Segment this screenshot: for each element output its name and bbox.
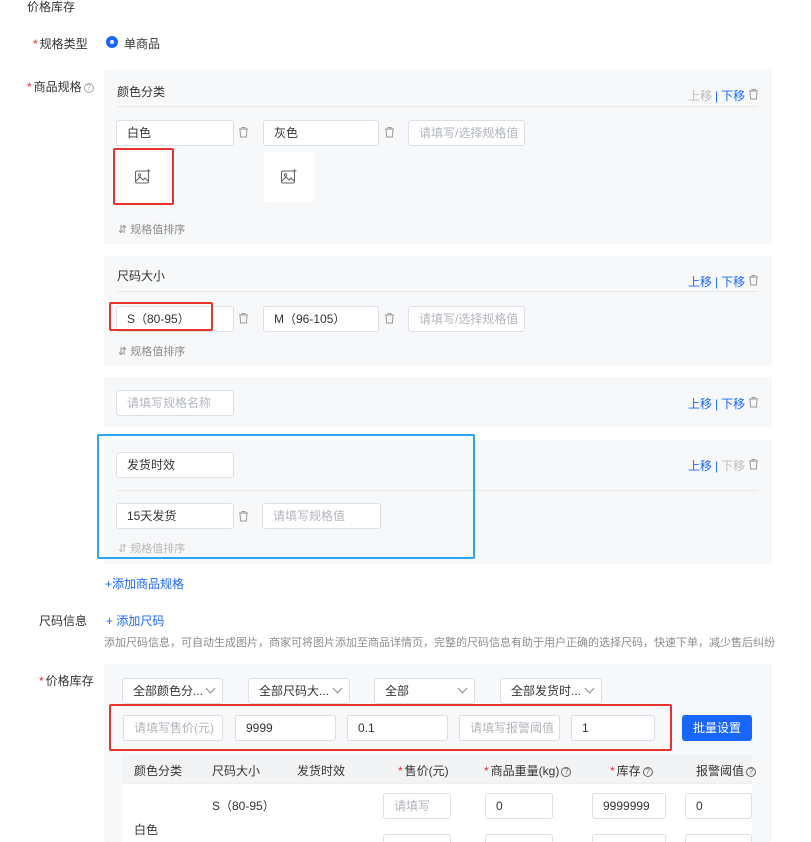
highlight-box [109,302,213,331]
delete-value-icon[interactable] [238,312,249,324]
delete-group-icon[interactable] [748,274,759,286]
spec-group-actions: 上移 | 下移 [688,89,746,103]
th-alert: 报警阈值? [696,762,757,779]
spec-value-input[interactable]: 灰色 [263,120,379,146]
move-up-button[interactable]: 上移 [688,397,712,411]
chevron-down-icon [584,683,595,694]
spec-value-input[interactable]: M（96-105） [263,306,379,332]
size-info-label: 尺码信息 [39,614,88,628]
cell-price-input[interactable]: 请填写 [383,793,451,819]
spec-group-color [104,70,772,244]
sort-values-button[interactable]: ⇵ 规格值排序 [118,221,185,237]
filter-all-select[interactable]: 全部 [374,678,475,704]
radio-single-product-label: 单商品 [124,37,161,51]
move-down-button[interactable]: 下移 [721,459,745,473]
add-size-button[interactable]: + 添加尺码 [106,612,164,629]
spec-value-input[interactable]: 白色 [116,120,234,146]
th-color: 颜色分类 [134,764,183,778]
help-icon[interactable]: ? [561,766,572,777]
batch-set-button[interactable]: 批量设置 [682,715,752,741]
divider [122,783,752,784]
delete-value-icon[interactable] [384,126,395,138]
price-stock-label: * 价格库存 [39,674,94,688]
delete-group-icon[interactable] [748,88,759,100]
move-up-button[interactable]: 上移 [688,89,712,103]
delete-group-icon[interactable] [748,458,759,470]
highlight-box [113,148,174,205]
delete-value-icon[interactable] [238,126,249,138]
sort-icon: ⇵ [118,346,131,358]
filter-size-select[interactable]: 全部尺码大... [248,678,350,704]
filter-delivery-select[interactable]: 全部发货时... [500,678,602,704]
highlight-box-blue [97,434,475,559]
section-title: 价格库存 [27,0,76,14]
th-delivery: 发货时效 [297,764,346,778]
spec-group-actions: 上移 | 下移 [688,397,746,411]
image-add-icon [280,169,297,184]
size-info-description: 添加尺码信息，可自动生成图片，商家可将图片添加至商品详情页，完整的尺码信息有助于… [104,637,775,649]
cell-color: 白色 [134,823,159,837]
help-icon[interactable]: ? [83,82,94,93]
spec-type-label: * 规格类型 [33,37,88,51]
divider [117,291,758,292]
th-price: * 售价(元) [398,764,449,778]
move-down-button[interactable]: 下移 [721,89,745,103]
chevron-down-icon [205,683,216,694]
cell-alert-input[interactable] [685,834,752,842]
spec-name-input[interactable]: 请填写规格名称 [116,390,234,416]
chevron-down-icon [332,683,343,694]
spec-value-placeholder-input[interactable]: 请填写/选择规格值 [408,306,525,332]
spec-group-actions: 上移 | 下移 [688,275,746,289]
spec-value-placeholder-input[interactable]: 请填写/选择规格值 [408,120,525,146]
spec-group-title: 尺码大小 [117,269,166,283]
cell-weight-input[interactable] [485,834,553,842]
sort-icon: ⇵ [118,224,131,236]
move-down-button[interactable]: 下移 [721,397,745,411]
highlight-box [109,704,672,751]
cell-stock-input[interactable]: 9999999 [592,793,666,819]
cell-size: S（80-95） [212,799,275,813]
delete-value-icon[interactable] [384,312,395,324]
th-weight: * 商品重量(kg)? [484,762,572,779]
help-icon[interactable]: ? [746,766,757,777]
product-spec-label: * 商品规格? [27,78,94,95]
cell-stock-input[interactable] [592,834,666,842]
th-stock: * 库存? [610,762,653,779]
move-up-button[interactable]: 上移 [688,275,712,289]
delete-group-icon[interactable] [748,396,759,408]
move-down-button[interactable]: 下移 [721,275,745,289]
help-icon[interactable]: ? [642,766,653,777]
spec-group-actions: 上移 | 下移 [688,459,746,473]
divider [117,106,758,107]
cell-alert-input[interactable]: 0 [685,793,752,819]
move-up-button[interactable]: 上移 [688,459,712,473]
cell-weight-input[interactable]: 0 [485,793,553,819]
chevron-down-icon [457,683,468,694]
spec-group-title: 颜色分类 [117,85,166,99]
add-spec-button[interactable]: +添加商品规格 [105,575,184,592]
cell-price-input[interactable] [383,834,451,842]
radio-single-product[interactable] [106,36,118,48]
upload-image-button[interactable] [264,152,314,202]
filter-color-select[interactable]: 全部颜色分... [122,678,223,704]
th-size: 尺码大小 [212,764,261,778]
sort-values-button[interactable]: ⇵ 规格值排序 [118,343,185,359]
